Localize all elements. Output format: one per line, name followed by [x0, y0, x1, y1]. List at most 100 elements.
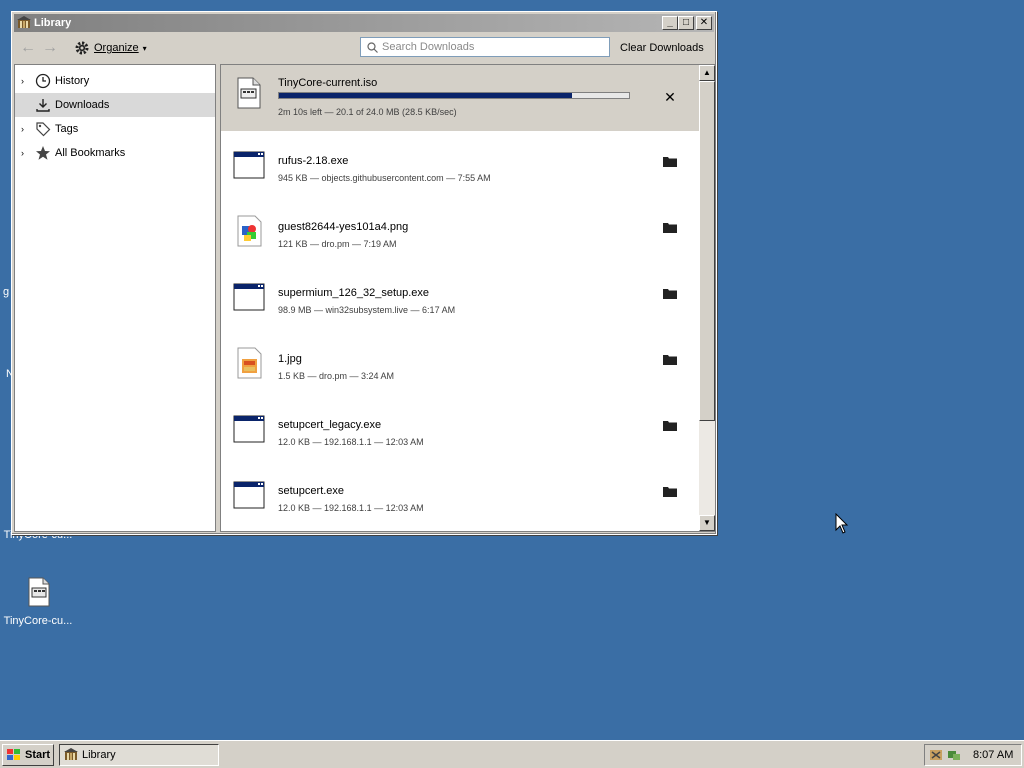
download-filename: 1.jpg [278, 353, 302, 365]
exe-file-icon [233, 481, 265, 509]
download-details: 12.0 KB — 192.168.1.1 — 12:03 AM [278, 503, 424, 513]
mouse-cursor-icon [835, 513, 849, 534]
download-filename: rufus-2.18.exe [278, 155, 349, 167]
open-folder-button[interactable] [661, 353, 679, 371]
image-file-icon [237, 215, 262, 247]
windows-logo-icon [7, 749, 20, 760]
folder-icon [663, 157, 677, 167]
download-item[interactable]: setupcert.exe 12.0 KB — 192.168.1.1 — 12… [221, 461, 699, 527]
back-arrow-icon[interactable]: ← [20, 39, 36, 57]
forward-arrow-icon[interactable]: → [42, 39, 58, 57]
maximize-button[interactable]: □ [678, 16, 694, 30]
taskbar-clock[interactable]: 8:07 AM [973, 749, 1013, 761]
download-status: 2m 10s left — 20.1 of 24.0 MB (28.5 KB/s… [278, 107, 457, 117]
close-button[interactable]: ✕ [696, 16, 712, 30]
desktop-icon-tinycore[interactable]: TinyCore-cu... [2, 576, 74, 627]
system-tray: 8:07 AM [924, 744, 1022, 766]
toolbar: ← → Organize ▾ Search Downloads Clear Do… [14, 34, 714, 62]
open-folder-button[interactable] [661, 287, 679, 305]
cancel-download-button[interactable]: ✕ [661, 89, 679, 107]
search-placeholder: Search Downloads [382, 41, 475, 53]
folder-icon [663, 487, 677, 497]
download-filename: guest82644-yes101a4.png [278, 221, 409, 233]
exe-file-icon [233, 415, 265, 443]
sidebar-item-tags[interactable]: › Tags [15, 117, 215, 141]
window-title: Library [34, 17, 72, 29]
organize-label: Organize [94, 42, 139, 54]
up-arrow-icon: ▲ [703, 68, 711, 77]
vertical-scrollbar[interactable]: ▲ ▼ [699, 65, 715, 531]
taskbar: Start Library 8:07 AM [0, 740, 1024, 768]
scroll-down-button[interactable]: ▼ [699, 515, 715, 531]
library-sidebar: › History Downloads › Tags › All Bookmar… [14, 64, 216, 532]
library-icon [17, 16, 31, 28]
scrollbar-thumb[interactable] [699, 81, 715, 421]
download-item[interactable]: guest82644-yes101a4.png 121 KB — dro.pm … [221, 197, 699, 263]
open-folder-button[interactable] [661, 221, 679, 239]
download-filename: setupcert.exe [278, 485, 345, 497]
download-filename: TinyCore-current.iso [278, 77, 378, 89]
download-details: 1.5 KB — dro.pm — 3:24 AM [278, 371, 395, 381]
open-folder-button[interactable] [661, 485, 679, 503]
clock-icon [35, 73, 51, 89]
download-item[interactable]: supermium_126_32_setup.exe 98.9 MB — win… [221, 263, 699, 329]
sidebar-item-label: History [55, 75, 90, 87]
sidebar-item-label: All Bookmarks [55, 147, 126, 159]
open-folder-button[interactable] [661, 419, 679, 437]
tray-network-icon[interactable] [947, 748, 961, 762]
taskbar-item-library[interactable]: Library [59, 744, 219, 766]
tag-icon [36, 122, 51, 137]
scroll-up-button[interactable]: ▲ [699, 65, 715, 81]
image-file-icon [237, 347, 262, 379]
download-details: 945 KB — objects.githubusercontent.com —… [278, 173, 491, 183]
organize-menu-button[interactable]: Organize ▾ [74, 40, 147, 56]
library-window: Library _ □ ✕ ← → Organize ▾ Search Down… [11, 11, 717, 535]
tray-app-icon[interactable] [929, 748, 943, 762]
disc-image-file-icon [237, 77, 261, 109]
sidebar-item-all-bookmarks[interactable]: › All Bookmarks [15, 141, 215, 165]
exe-file-icon [233, 283, 265, 311]
sidebar-item-downloads[interactable]: Downloads [15, 93, 215, 117]
maximize-icon: □ [682, 17, 690, 28]
download-item[interactable]: 1.jpg 1.5 KB — dro.pm — 3:24 AM [221, 329, 699, 395]
sidebar-item-label: Tags [55, 123, 79, 135]
exe-file-icon [233, 151, 265, 179]
expand-arrow-icon[interactable]: › [21, 76, 31, 86]
download-icon [36, 99, 50, 112]
cancel-icon: ✕ [664, 89, 676, 105]
close-icon: ✕ [699, 17, 709, 28]
download-item-active[interactable]: TinyCore-current.iso 2m 10s left — 20.1 … [221, 65, 699, 131]
gear-icon [75, 41, 89, 55]
folder-icon [663, 421, 677, 431]
folder-icon [663, 289, 677, 299]
desktop-label-fragment: g [3, 286, 10, 298]
download-details: 98.9 MB — win32subsystem.live — 6:17 AM [278, 305, 456, 315]
download-details: 121 KB — dro.pm — 7:19 AM [278, 239, 397, 249]
sidebar-item-label: Downloads [55, 99, 110, 111]
download-progress-bar [278, 92, 630, 99]
expand-arrow-icon[interactable]: › [21, 148, 31, 158]
sidebar-item-history[interactable]: › History [15, 69, 215, 93]
expand-arrow-icon[interactable]: › [21, 124, 31, 134]
minimize-button[interactable]: _ [662, 16, 678, 30]
star-icon [36, 146, 50, 160]
download-item[interactable]: setupcert_legacy.exe 12.0 KB — 192.168.1… [221, 395, 699, 461]
download-filename: supermium_126_32_setup.exe [278, 287, 430, 299]
title-bar[interactable]: Library _ □ ✕ [14, 14, 714, 32]
clear-downloads-button[interactable]: Clear Downloads [620, 42, 704, 54]
search-icon [367, 41, 378, 53]
library-icon [64, 748, 78, 760]
download-filename: setupcert_legacy.exe [278, 419, 382, 431]
down-arrow-icon: ▼ [703, 518, 711, 527]
folder-icon [663, 355, 677, 365]
search-downloads-input[interactable]: Search Downloads [360, 37, 610, 57]
taskbar-item-label: Library [82, 749, 116, 761]
dropdown-arrow-icon: ▾ [142, 43, 147, 53]
download-item[interactable]: rufus-2.18.exe 945 KB — objects.githubus… [221, 131, 699, 197]
desktop-icon-label: TinyCore-cu... [3, 615, 73, 627]
folder-icon [663, 223, 677, 233]
open-folder-button[interactable] [661, 155, 679, 173]
start-button[interactable]: Start [2, 744, 54, 766]
progress-fill [279, 93, 573, 98]
download-details: 12.0 KB — 192.168.1.1 — 12:03 AM [278, 437, 424, 447]
